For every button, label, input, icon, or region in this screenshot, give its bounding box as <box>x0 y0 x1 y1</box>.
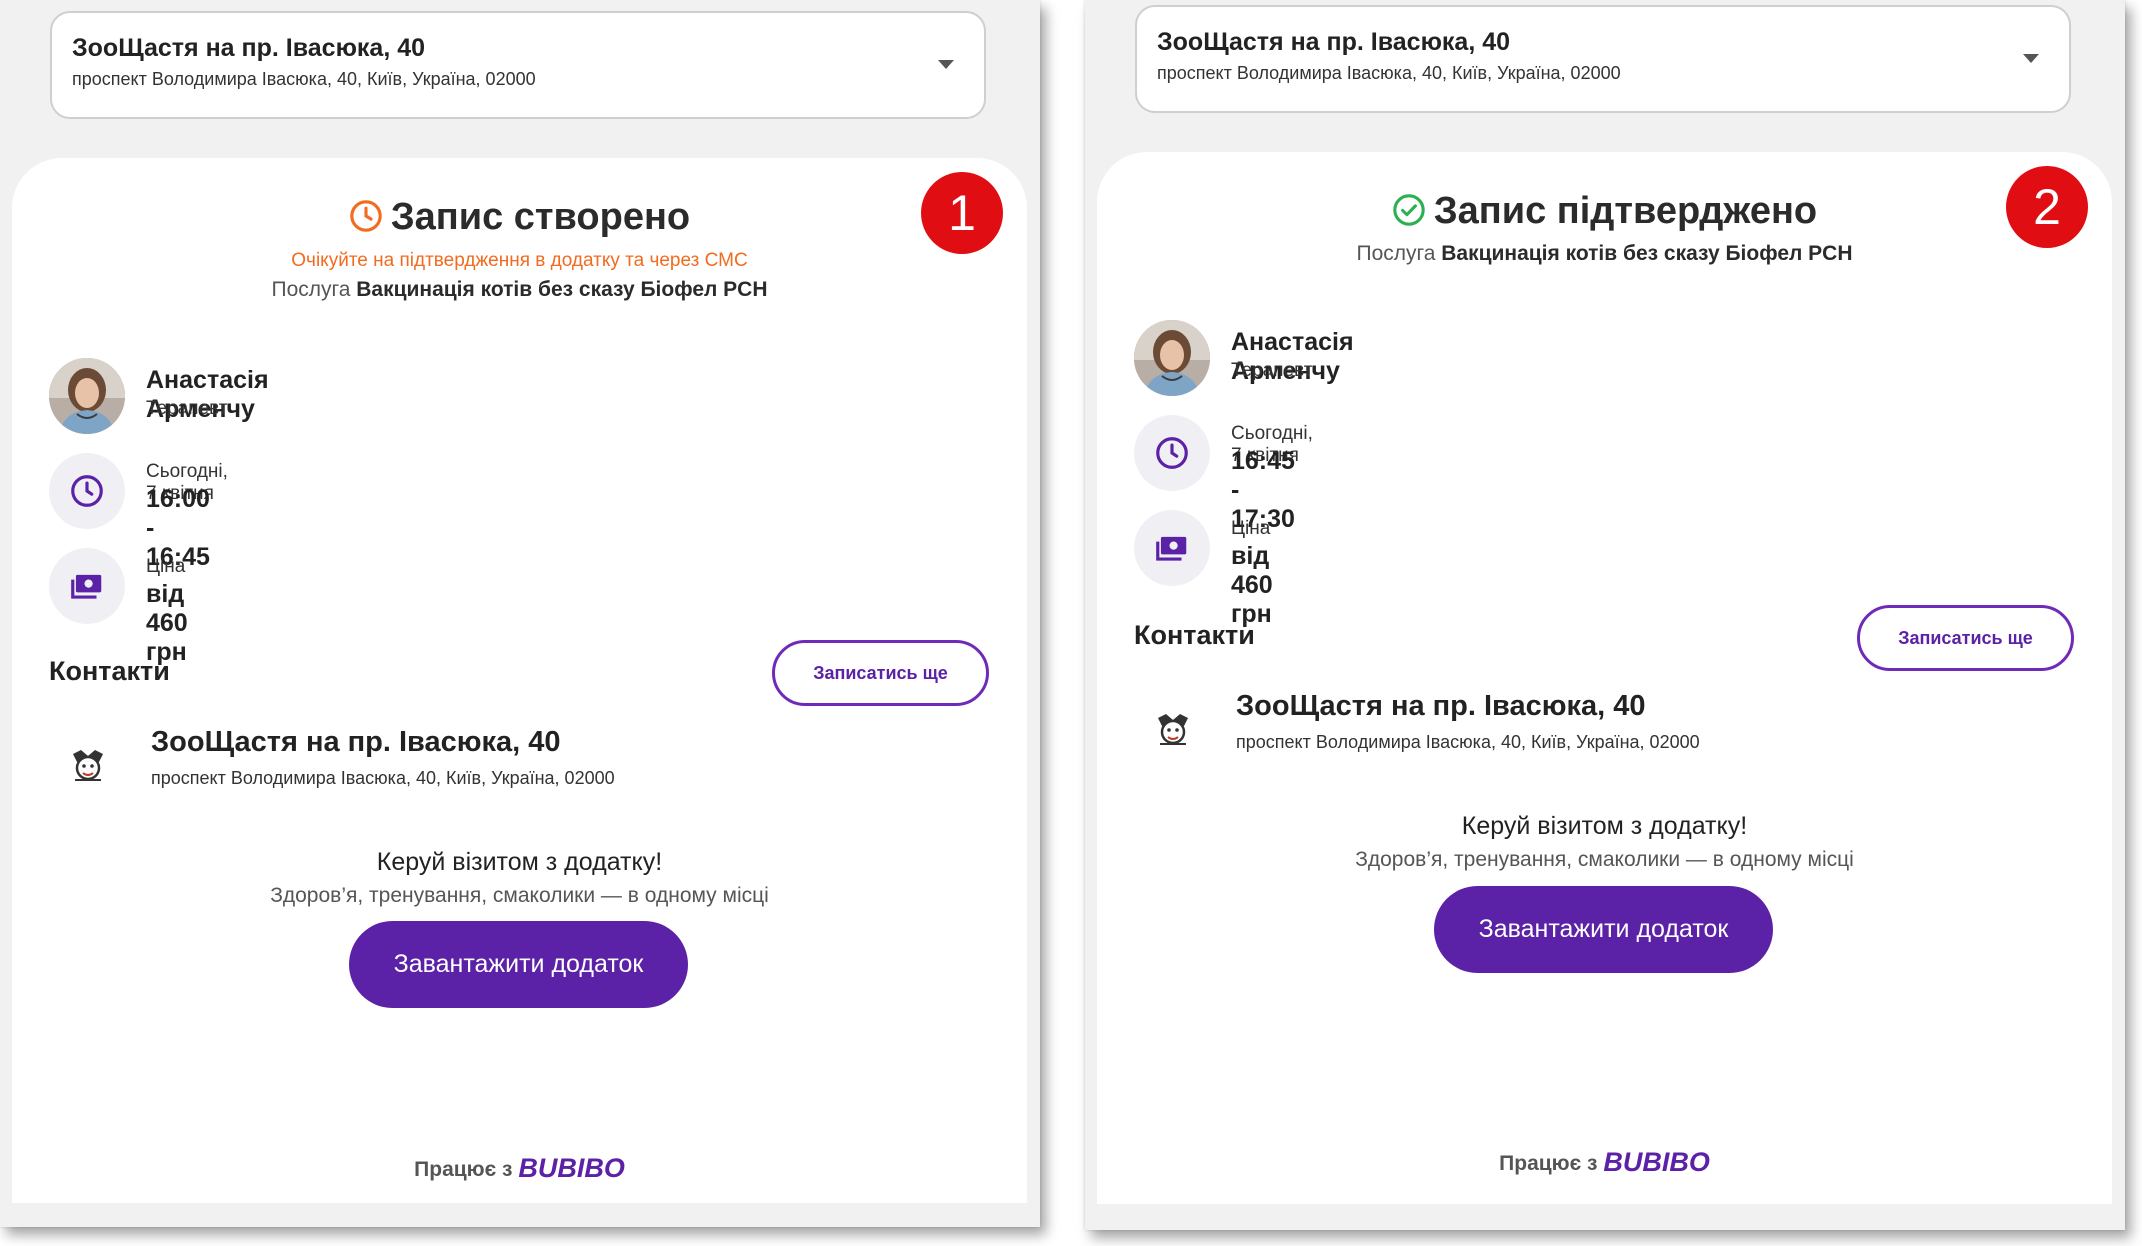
booking-screen-created: ЗооЩастя на пр. Івасюка, 40 проспект Вол… <box>0 0 1040 1227</box>
clinic-address: проспект Володимира Івасюка, 40, Київ, У… <box>151 768 615 788</box>
book-again-button[interactable]: Записатись ще <box>1857 605 2074 671</box>
clinic-selector[interactable]: ЗооЩастя на пр. Івасюка, 40 проспект Вол… <box>1135 5 2071 113</box>
promo-subtitle: Здоров’я, тренування, смаколики — в одно… <box>1355 848 1854 871</box>
clinic-name: ЗооЩастя на пр. Івасюка, 40 <box>151 726 561 758</box>
download-app-button[interactable]: Завантажити додаток <box>349 921 688 1008</box>
clinic-selector-name: ЗооЩастя на пр. Івасюка, 40 <box>72 34 426 62</box>
powered-by-label: Працює з <box>414 1158 513 1181</box>
clinic-logo-icon <box>1158 714 1188 745</box>
powered-by-label: Працює з <box>1499 1152 1598 1175</box>
clinic-name: ЗооЩастя на пр. Івасюка, 40 <box>1236 690 1646 722</box>
avatar <box>49 358 125 434</box>
booking-screen-confirmed: ЗооЩастя на пр. Івасюка, 40 проспект Вол… <box>1085 0 2125 1230</box>
clock-icon <box>71 475 103 507</box>
service-line: Послуга Вакцинація котів без сказу Біофе… <box>1097 242 2112 266</box>
clock-icon <box>350 200 382 232</box>
cash-icon <box>1156 536 1187 561</box>
clinic-selector-address: проспект Володимира Івасюка, 40, Київ, У… <box>72 69 536 89</box>
service-label: Послуга <box>271 278 351 301</box>
service-label: Послуга <box>1356 242 1436 265</box>
brand-logo[interactable]: BUBIBO <box>518 1153 625 1183</box>
clinic-selector-name: ЗооЩастя на пр. Івасюка, 40 <box>1157 28 1511 56</box>
book-again-button[interactable]: Записатись ще <box>772 640 989 706</box>
clinic-selector-address: проспект Володимира Івасюка, 40, Київ, У… <box>1157 63 1621 83</box>
service-name: Вакцинація котів без сказу Біофел PCH <box>356 278 768 301</box>
pending-note: Очікуйте на підтвердження в додатку та ч… <box>291 250 748 271</box>
chevron-down-icon[interactable] <box>938 60 954 69</box>
contacts-title: Контакти <box>1134 620 1255 650</box>
doctor-role: Терапевт <box>1231 360 1313 381</box>
powered-by: Працює з BUBIBO <box>12 1153 1027 1184</box>
status-title: Запис створено <box>12 196 1027 239</box>
promo-subtitle: Здоров’я, тренування, смаколики — в одно… <box>270 884 769 907</box>
contacts-title: Контакти <box>49 656 170 686</box>
price-label: Ціна <box>1231 518 1271 539</box>
price-icon-circle <box>1134 510 1210 586</box>
check-circle-icon <box>1393 194 1425 226</box>
clinic-address: проспект Володимира Івасюка, 40, Київ, У… <box>1236 732 1700 752</box>
status-title-text: Запис підтверджено <box>1433 190 1818 232</box>
status-title: Запис підтверджено <box>1097 190 2112 233</box>
booking-card: 1 Запис створено Очікуйте на підтверджен… <box>12 158 1027 1203</box>
powered-by: Працює з BUBIBO <box>1097 1147 2112 1178</box>
price-icon-circle <box>49 548 125 624</box>
promo-title: Керуй візитом з додатку! <box>1461 812 1748 840</box>
time-icon-circle <box>1134 415 1210 491</box>
clinic-logo-icon <box>73 750 103 781</box>
download-app-button[interactable]: Завантажити додаток <box>1434 886 1773 973</box>
promo-title: Керуй візитом з додатку! <box>376 848 663 876</box>
avatar <box>1134 320 1210 396</box>
price-label: Ціна <box>146 556 186 577</box>
chevron-down-icon[interactable] <box>2023 54 2039 63</box>
clock-icon <box>1156 437 1188 469</box>
price-value: від 460 грн <box>1231 542 1273 628</box>
service-name: Вакцинація котів без сказу Біофел PCH <box>1441 242 1853 265</box>
clinic-selector[interactable]: ЗооЩастя на пр. Івасюка, 40 проспект Вол… <box>50 11 986 119</box>
booking-card: 2 Запис підтверджено Послуга Вакцинація … <box>1097 152 2112 1204</box>
comparison-canvas: ЗооЩастя на пр. Івасюка, 40 проспект Вол… <box>0 0 2142 1246</box>
status-title-text: Запис створено <box>390 196 691 238</box>
cash-icon <box>71 574 102 599</box>
service-line: Послуга Вакцинація котів без сказу Біофе… <box>12 278 1027 302</box>
doctor-role: Терапевт <box>146 398 228 419</box>
time-icon-circle <box>49 453 125 529</box>
brand-logo[interactable]: BUBIBO <box>1603 1147 1710 1177</box>
price-value: від 460 грн <box>146 580 188 666</box>
